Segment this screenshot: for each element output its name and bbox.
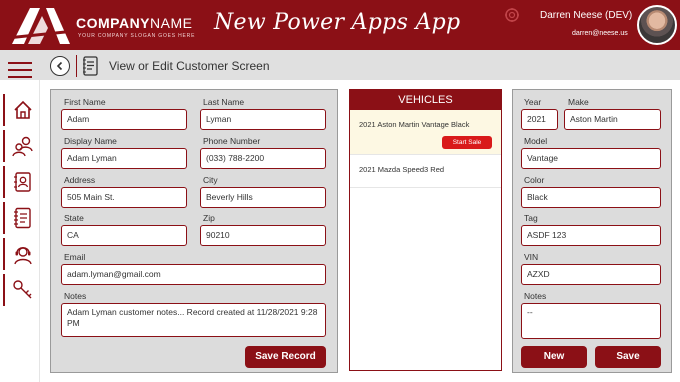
email-field[interactable]: adam.lyman@gmail.com [61, 264, 326, 285]
phone-field[interactable]: (033) 788-2200 [200, 148, 326, 169]
tag-field[interactable]: ASDF 123 [521, 225, 661, 246]
vehicle-notes-label: Notes [524, 291, 547, 301]
sidebar-nav [0, 80, 40, 382]
display-name-label: Display Name [64, 136, 117, 146]
keys-icon [13, 280, 32, 299]
settings-icon[interactable] [504, 7, 520, 23]
zip-label: Zip [203, 213, 215, 223]
year-label: Year [524, 97, 542, 107]
list-item[interactable]: 2021 Aston Martin Vantage Black Start Sa… [350, 110, 501, 155]
save-button[interactable]: Save [595, 346, 661, 368]
document-icon [83, 56, 98, 76]
first-name-field[interactable]: Adam [61, 109, 187, 130]
company-logo [12, 8, 70, 44]
zip-field[interactable]: 90210 [200, 225, 326, 246]
address-label: Address [64, 175, 96, 185]
list-item[interactable]: 2021 Mazda Speed3 Red [350, 155, 501, 188]
sidebar-item-people[interactable] [3, 130, 37, 162]
chevron-left-icon [56, 61, 63, 71]
contact-card-icon [14, 172, 31, 192]
city-label: City [203, 175, 218, 185]
make-label: Make [568, 97, 589, 107]
vehicles-title: VEHICLES [350, 90, 501, 110]
color-field[interactable]: Black [521, 187, 661, 208]
sidebar-item-notebook[interactable] [3, 202, 37, 234]
app-title: New Power Apps App [214, 10, 461, 35]
sidebar-item-support[interactable] [3, 238, 37, 270]
sidebar-item-keys[interactable] [3, 274, 37, 306]
vin-label: VIN [524, 252, 539, 262]
notes-field[interactable]: Adam Lyman customer notes... Record crea… [61, 303, 326, 337]
vehicle-name: 2021 Mazda Speed3 Red [359, 165, 445, 174]
last-name-label: Last Name [203, 97, 245, 107]
user-name: Darren Neese (DEV) [540, 10, 633, 21]
company-name: COMPANYNAME [76, 15, 193, 31]
year-field[interactable]: 2021 [521, 109, 558, 130]
app-header: COMPANYNAME YOUR COMPANY SLOGAN GOES HER… [0, 0, 680, 50]
first-name-label: First Name [64, 97, 106, 107]
new-button[interactable]: New [521, 346, 587, 368]
toolbar-divider [76, 55, 77, 77]
back-button[interactable] [50, 56, 70, 76]
vehicles-panel: VEHICLES 2021 Aston Martin Vantage Black… [349, 89, 502, 371]
model-label: Model [524, 136, 548, 146]
vehicle-name: 2021 Aston Martin Vantage Black [359, 120, 470, 129]
sidebar-item-contacts[interactable] [3, 166, 37, 198]
make-field[interactable]: Aston Martin [564, 109, 661, 130]
color-label: Color [524, 175, 545, 185]
sidebar-item-home[interactable] [3, 94, 37, 126]
city-field[interactable]: Beverly Hills [200, 187, 326, 208]
company-slogan: YOUR COMPANY SLOGAN GOES HERE [78, 33, 196, 39]
display-name-field[interactable]: Adam Lyman [61, 148, 187, 169]
support-agent-icon [14, 247, 32, 265]
home-icon [14, 100, 32, 119]
email-label: Email [64, 252, 86, 262]
notes-label: Notes [64, 291, 87, 301]
model-field[interactable]: Vantage [521, 148, 661, 169]
vin-field[interactable]: AZXD [521, 264, 661, 285]
avatar[interactable] [637, 5, 677, 45]
notebook-icon [14, 207, 31, 229]
app-screen: COMPANYNAME YOUR COMPANY SLOGAN GOES HER… [0, 0, 680, 382]
people-icon [12, 136, 33, 157]
screen-title: View or Edit Customer Screen [109, 59, 270, 73]
address-field[interactable]: 505 Main St. [61, 187, 187, 208]
last-name-field[interactable]: Lyman [200, 109, 326, 130]
start-sale-button[interactable]: Start Sale [442, 136, 492, 149]
vehicle-notes-field[interactable]: -- [521, 303, 661, 339]
state-field[interactable]: CA [61, 225, 187, 246]
save-record-button[interactable]: Save Record [245, 346, 326, 368]
tag-label: Tag [524, 213, 538, 223]
hamburger-menu-icon[interactable] [8, 62, 32, 78]
user-email: darren@neese.us [572, 30, 628, 37]
phone-label: Phone Number [203, 136, 261, 146]
state-label: State [64, 213, 84, 223]
screen-toolbar [0, 50, 680, 80]
